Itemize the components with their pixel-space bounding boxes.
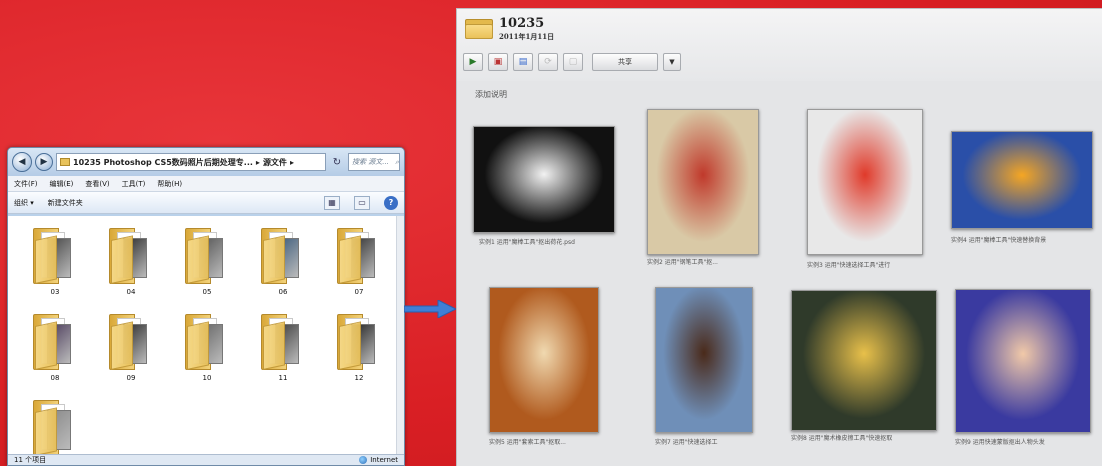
photo-caption: 实例5 运用"套索工具"抠取... <box>489 439 566 446</box>
menu-edit[interactable]: 编辑(E) <box>50 179 74 189</box>
slideshow-play-icon[interactable]: ▶ <box>463 53 483 71</box>
photo-caption: 实例4 运用"魔棒工具"快速替换背景 <box>951 237 1047 244</box>
folder-label: 04 <box>126 288 136 296</box>
edit-photo-icon[interactable]: ▤ <box>513 53 533 71</box>
preview-pane-button[interactable]: ▭ <box>354 195 370 210</box>
photo-thumbnail[interactable] <box>807 109 923 255</box>
folder-thumbnail-icon <box>185 314 229 370</box>
folder-item[interactable]: 07 <box>322 224 396 304</box>
folder-item[interactable]: 08 <box>18 310 92 390</box>
photo-thumbnail[interactable] <box>791 290 937 431</box>
folder-icon <box>465 17 493 39</box>
address-path: 10235 Photoshop CS5数码照片后期处理专... <box>73 157 253 167</box>
folder-label: 07 <box>354 288 364 296</box>
folder-label: 12 <box>354 374 364 382</box>
help-icon[interactable]: ? <box>384 195 398 210</box>
folder-thumbnail-icon <box>33 400 77 456</box>
add-caption-label[interactable]: 添加说明 <box>475 89 507 100</box>
folder-label: 06 <box>278 288 288 296</box>
share-dropdown-icon[interactable]: ▼ <box>663 53 681 71</box>
photo-caption: 实例1 运用"魔棒工具"抠出荷花.psd <box>479 239 575 246</box>
folder-label: 11 <box>278 374 288 382</box>
folder-icon <box>60 158 70 166</box>
search-placeholder: 搜索 源文... <box>352 158 389 166</box>
new-folder-button[interactable]: 新建文件夹 <box>48 198 83 208</box>
photo-caption: 实例7 运用"快速选择工 <box>655 439 718 446</box>
gallery-title: 10235 <box>499 16 545 31</box>
folder-item[interactable]: 10 <box>170 310 244 390</box>
photo-gallery-window: 10235 2011年1月11日 ▶ ▣ ▤ ⟳ ▢ 共享 ▼ 添加说明 实例1… <box>456 8 1102 466</box>
refresh-icon[interactable]: ↻ <box>329 153 345 171</box>
folder-thumbnail-icon <box>33 228 77 284</box>
folder-grid: 03 04 05 06 07 08 09 10 11 12 <box>18 224 398 465</box>
address-bar[interactable]: 10235 Photoshop CS5数码照片后期处理专... ▸ 源文件 ▸ <box>56 153 326 171</box>
photo-thumbnail[interactable] <box>655 287 753 433</box>
folder-item[interactable]: 09 <box>94 310 168 390</box>
photo-thumbnail[interactable] <box>647 109 759 255</box>
folder-thumbnail-icon <box>185 228 229 284</box>
gallery-toolbar: ▶ ▣ ▤ ⟳ ▢ 共享 ▼ <box>463 53 681 71</box>
folder-thumbnail-icon <box>337 228 381 284</box>
folder-item[interactable]: 11 <box>246 310 320 390</box>
folder-label: 09 <box>126 374 136 382</box>
photo-thumbnail[interactable] <box>489 287 599 433</box>
breadcrumb-arrow-icon: ▸ <box>255 157 260 167</box>
folder-item[interactable]: 06 <box>246 224 320 304</box>
folder-label: 08 <box>50 374 60 382</box>
command-bar: 组织 ▾ 新建文件夹 ▦ ▭ ? <box>8 192 404 214</box>
security-zone: Internet <box>370 456 398 464</box>
forward-button[interactable]: ▶ <box>35 153 53 171</box>
item-count: 11 个项目 <box>14 456 47 464</box>
view-options-button[interactable]: ▦ <box>324 195 340 210</box>
menu-view[interactable]: 查看(V) <box>85 179 109 189</box>
menu-bar: 文件(F) 编辑(E) 查看(V) 工具(T) 帮助(H) <box>8 176 404 192</box>
folder-thumbnail-icon <box>337 314 381 370</box>
folder-label: 03 <box>50 288 60 296</box>
back-button[interactable]: ◀ <box>12 152 32 172</box>
folder-thumbnail-icon <box>261 314 305 370</box>
photo-caption: 实例3 运用"快速选择工具"进行 <box>807 262 891 269</box>
folder-thumbnail-icon <box>109 314 153 370</box>
folder-item[interactable]: 12 <box>322 310 396 390</box>
gallery-date: 2011年1月11日 <box>499 32 555 41</box>
scrollbar[interactable] <box>396 216 404 456</box>
photo-thumbnail[interactable] <box>951 131 1093 229</box>
menu-tools[interactable]: 工具(T) <box>122 179 146 189</box>
folder-label: 05 <box>202 288 212 296</box>
organize-button[interactable]: 组织 ▾ <box>14 198 34 208</box>
photo-caption: 实例2 运用"钢笔工具"抠... <box>647 259 718 266</box>
explorer-window: ◀ ▶ 10235 Photoshop CS5数码照片后期处理专... ▸ 源文… <box>7 147 405 466</box>
folder-item[interactable]: 04 <box>94 224 168 304</box>
photo-thumbnail[interactable] <box>955 289 1091 433</box>
folder-thumbnail-icon <box>261 228 305 284</box>
globe-icon <box>359 456 368 464</box>
import-photos-icon[interactable]: ▣ <box>488 53 508 71</box>
address-sub: 源文件 <box>262 157 287 167</box>
photo-thumbnail[interactable] <box>473 126 615 233</box>
folder-thumbnail-icon <box>33 314 77 370</box>
menu-file[interactable]: 文件(F) <box>14 179 38 189</box>
save-icon[interactable]: ▢ <box>563 53 583 71</box>
gallery-header: 10235 2011年1月11日 ▶ ▣ ▤ ⟳ ▢ 共享 ▼ <box>457 9 1102 81</box>
menu-help[interactable]: 帮助(H) <box>157 179 182 189</box>
folder-label: 10 <box>202 374 212 382</box>
breadcrumb-arrow-icon: ▸ <box>289 157 294 167</box>
address-row: ◀ ▶ 10235 Photoshop CS5数码照片后期处理专... ▸ 源文… <box>8 148 404 176</box>
photo-caption: 实例8 运用"魔术橡皮擦工具"快速抠取 <box>791 435 893 442</box>
rotate-icon[interactable]: ⟳ <box>538 53 558 71</box>
share-button[interactable]: 共享 <box>592 53 658 71</box>
folder-thumbnail-icon <box>109 228 153 284</box>
status-bar: 11 个项目 Internet <box>8 454 404 465</box>
folder-item[interactable]: 05 <box>170 224 244 304</box>
arrow-icon <box>404 300 456 318</box>
search-input[interactable]: 搜索 源文... ⌕ <box>348 153 400 171</box>
search-icon: ⌕ <box>395 157 399 166</box>
file-list: 03 04 05 06 07 08 09 10 11 12 <box>8 216 398 456</box>
photo-caption: 实例9 运用快速蒙版抠出人物头发 <box>955 439 1045 446</box>
folder-item[interactable]: 03 <box>18 224 92 304</box>
